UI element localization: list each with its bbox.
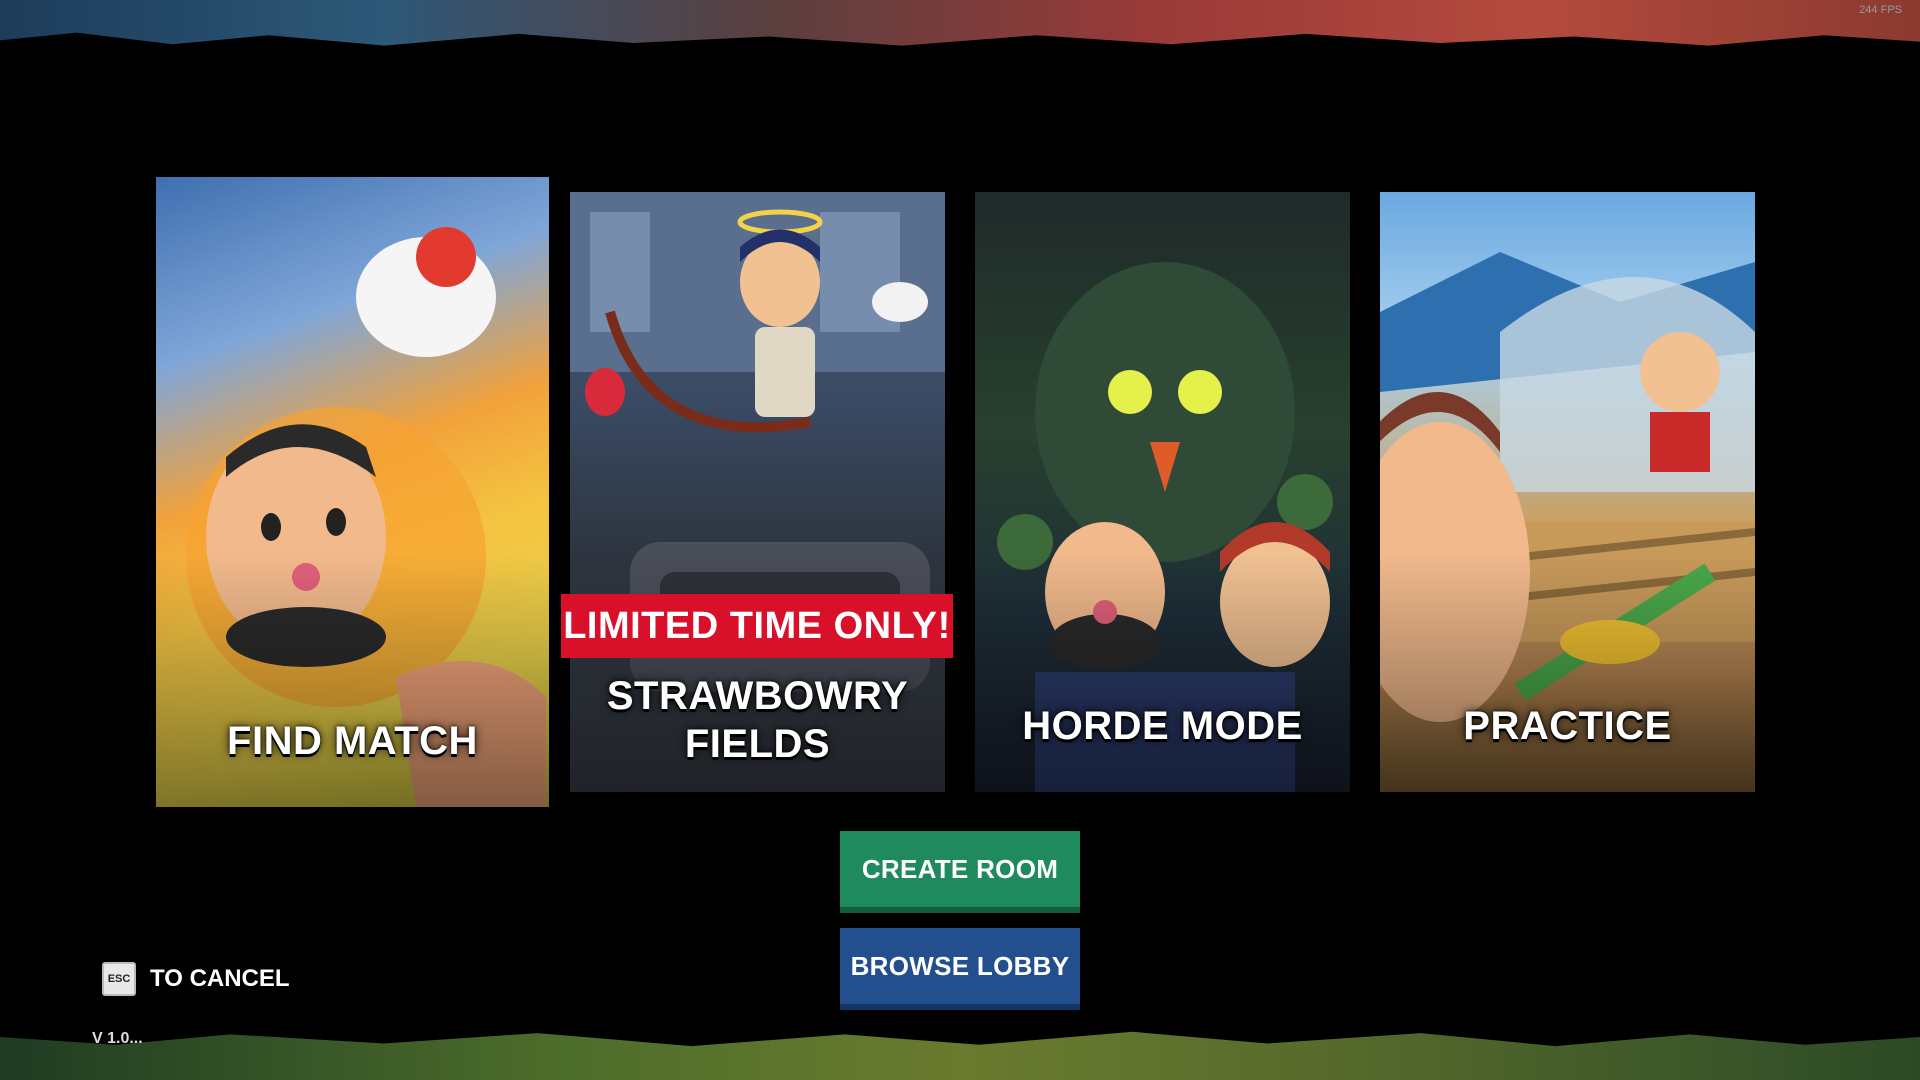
practice-card[interactable]: PRACTICE <box>1380 192 1755 792</box>
strawbowry-label-line1: STRAWBOWRY <box>606 674 909 718</box>
version-text: V 1.0... <box>92 1030 143 1047</box>
esc-key-icon: ESC <box>102 962 136 996</box>
practice-shade <box>1380 552 1755 792</box>
horde-mode-label: HORDE MODE <box>1022 704 1303 748</box>
create-room-button[interactable]: CREATE ROOM <box>840 831 1080 913</box>
cancel-hint[interactable]: ESC TO CANCEL <box>102 962 290 996</box>
fps-counter: 244 FPS <box>1859 4 1902 16</box>
practice-label: PRACTICE <box>1463 704 1672 748</box>
horde-mode-shade <box>975 552 1350 792</box>
cancel-label: TO CANCEL <box>150 965 290 992</box>
find-match-label: FIND MATCH <box>227 719 478 763</box>
limited-time-banner: LIMITED TIME ONLY! <box>561 594 953 658</box>
strawbowry-label-line2: FIELDS <box>684 722 831 766</box>
horde-mode-card[interactable]: HORDE MODE <box>975 192 1350 792</box>
find-match-shade <box>156 555 549 807</box>
strawbowry-fields-card[interactable]: STRAWBOWRY FIELDS <box>570 192 945 792</box>
browse-lobby-button[interactable]: BROWSE LOBBY <box>840 928 1080 1010</box>
find-match-card[interactable]: FIND MATCH <box>156 177 549 807</box>
